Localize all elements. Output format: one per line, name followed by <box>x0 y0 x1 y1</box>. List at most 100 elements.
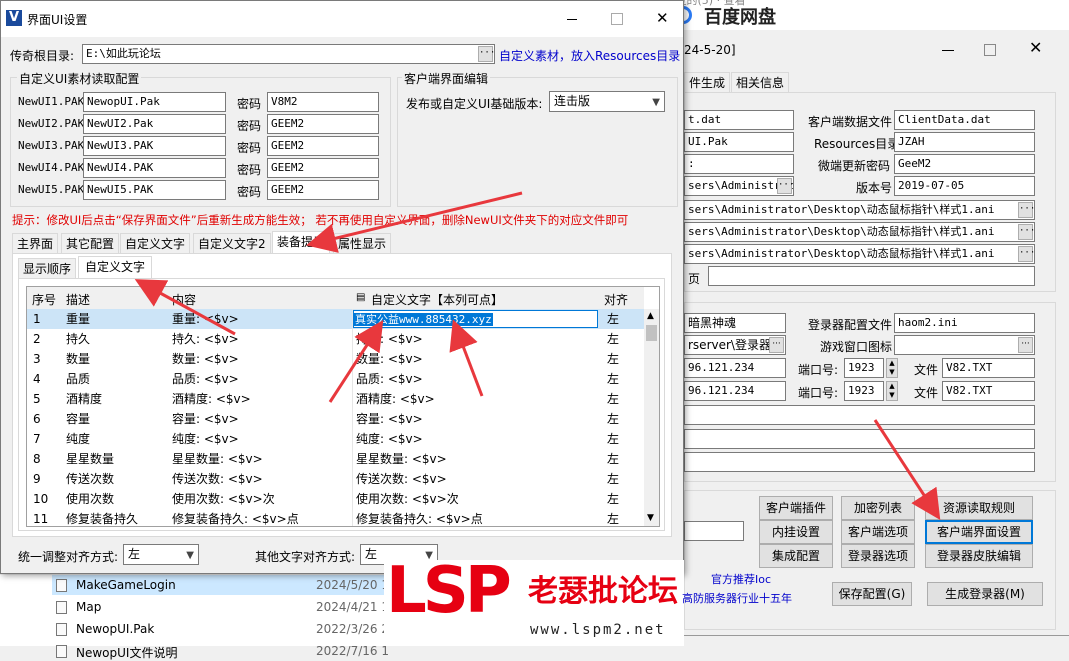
pak-pwd-field[interactable]: GEEM2 <box>267 158 379 178</box>
table-row[interactable]: 1 重量 重量: <$v> 真实公益www.885432.xyz 左 <box>27 309 644 330</box>
back-field-4[interactable]: sers\Administrat ··· <box>684 176 794 196</box>
grid-cell-custom[interactable]: 酒精度: <$v> <box>356 389 596 409</box>
hang-setting-button[interactable]: 内挂设置 <box>759 520 833 544</box>
table-row[interactable]: 2 持久 持久: <$v> 持久: <$v> 左 <box>27 329 644 350</box>
pak-pwd-field[interactable]: GEEM2 <box>267 136 379 156</box>
custom-material-link[interactable]: 自定义素材，放入Resources目录 <box>499 47 680 64</box>
table-row[interactable]: 4 品质 品质: <$v> 品质: <$v> 左 <box>27 369 644 390</box>
file-field-2[interactable]: V82.TXT <box>942 381 1035 401</box>
pak-file-field[interactable]: NewUI4.PAK <box>83 158 226 178</box>
grid-cell-custom[interactable]: 星星数量: <$v> <box>356 449 596 469</box>
base-version-select[interactable]: 连击版 ▼ <box>549 91 665 112</box>
list-item[interactable]: NewopUI.Pak 2022/3/26 2 <box>56 621 389 639</box>
client-ui-settings-button[interactable]: 客户端界面设置 <box>925 520 1033 544</box>
subtab-custom-text[interactable]: 自定义文字 <box>78 256 153 278</box>
pak-pwd-field[interactable]: V8M2 <box>267 92 379 112</box>
client-plugin-button[interactable]: 客户端插件 <box>759 496 833 520</box>
encrypt-list-button[interactable]: 加密列表 <box>841 496 915 520</box>
custom-text-editor[interactable]: 真实公益www.885432.xyz <box>353 310 598 328</box>
align-all-select[interactable]: 左 ▼ <box>123 544 199 565</box>
blank-field-1[interactable] <box>684 405 1035 425</box>
grid-cell-custom[interactable]: 修复装备持久: <$v>点 <box>356 509 596 526</box>
port-field-2[interactable]: 1923 <box>844 381 884 401</box>
scroll-down-icon[interactable]: ▼ <box>647 513 654 523</box>
table-row[interactable]: 3 数量 数量: <$v> 数量: <$v> 左 <box>27 349 644 370</box>
port-spinner-1[interactable]: ▲ ▼ <box>886 358 898 378</box>
back-tab-info[interactable]: 相关信息 <box>731 72 790 92</box>
grid-cell-custom[interactable]: 传送次数: <$v> <box>356 469 596 489</box>
cursor-path-1[interactable]: sers\Administrator\Desktop\动态鼠标指针\样式1.an… <box>684 200 1035 220</box>
pak-file-field[interactable]: NewUI5.PAK <box>83 180 226 200</box>
grid-cell-custom[interactable]: 品质: <$v> <box>356 369 596 389</box>
table-row[interactable]: 8 星星数量 星星数量: <$v> 星星数量: <$v> 左 <box>27 449 644 470</box>
browse-dots-icon[interactable]: ··· <box>478 46 494 62</box>
tab-custom-text[interactable]: 自定义文字 <box>120 233 191 253</box>
table-row[interactable]: 5 酒精度 酒精度: <$v> 酒精度: <$v> 左 <box>27 389 644 410</box>
tab-other-config[interactable]: 其它配置 <box>61 233 120 253</box>
grid-cell-align[interactable]: 左 <box>607 369 637 389</box>
micro-pwd-field[interactable]: GeeM2 <box>894 154 1035 174</box>
grid-cell-align[interactable]: 左 <box>607 449 637 469</box>
grid-cell-custom[interactable]: 持久: <$v> <box>356 329 596 349</box>
port-spinner-2[interactable]: ▲ ▼ <box>886 381 898 401</box>
grid-cell-custom[interactable]: 数量: <$v> <box>356 349 596 369</box>
pak-pwd-field[interactable]: GEEM2 <box>267 180 379 200</box>
generate-login-button[interactable]: 生成登录器(M) <box>927 582 1043 606</box>
maximize-icon[interactable] <box>984 44 996 56</box>
blank-field-2[interactable] <box>684 429 1035 449</box>
table-row[interactable]: 10 使用次数 使用次数: <$v>次 使用次数: <$v>次左 <box>27 489 644 510</box>
integrate-config-button[interactable]: 集成配置 <box>759 544 833 568</box>
tab-custom-text-2[interactable]: 自定义文字2 <box>193 233 271 253</box>
cursor-path-3[interactable]: sers\Administrator\Desktop\动态鼠标指针\样式1.an… <box>684 244 1035 264</box>
login-option-button[interactable]: 登录器选项 <box>841 544 915 568</box>
login-skin-button[interactable]: 登录器皮肤编辑 <box>925 544 1033 568</box>
minimize-icon[interactable] <box>567 19 577 20</box>
browse-dots-icon[interactable]: ··· <box>1018 224 1034 240</box>
resource-rule-button[interactable]: 资源读取规则 <box>925 496 1033 520</box>
scroll-up-icon[interactable]: ▲ <box>647 311 654 321</box>
root-dir-field[interactable]: E:\如此玩论坛 ··· <box>82 44 495 64</box>
pak-file-field[interactable]: NewUI2.Pak <box>83 114 226 134</box>
list-item[interactable]: Map 2024/4/21 1 <box>56 599 389 617</box>
browse-dots-icon[interactable]: ··· <box>1018 337 1033 353</box>
file-field-1[interactable]: V82.TXT <box>942 358 1035 378</box>
grid-cell-align[interactable]: 左 <box>607 469 637 489</box>
bottom-left-field[interactable] <box>684 521 744 541</box>
official-recommend[interactable]: 官方推荐Ioc <box>711 571 771 587</box>
tab-attribute[interactable]: 属性显示 <box>333 233 392 253</box>
client-data-field[interactable]: ClientData.dat <box>894 110 1035 130</box>
subtab-display-order[interactable]: 显示顺序 <box>18 258 77 278</box>
resources-field[interactable]: JZAH <box>894 132 1035 152</box>
pak-pwd-field[interactable]: GEEM2 <box>267 114 379 134</box>
grid-cell-align[interactable]: 左 <box>607 309 637 329</box>
maximize-icon[interactable] <box>611 13 623 25</box>
tab-equipment-tip[interactable]: 装备提示 <box>272 231 331 253</box>
back-tab-generate[interactable]: 件生成 <box>684 72 731 92</box>
grid-cell-custom[interactable]: 使用次数: <$v>次 <box>356 489 596 509</box>
game-icon-field[interactable]: ··· <box>894 335 1035 355</box>
browse-dots-icon[interactable]: ··· <box>777 178 793 194</box>
tab-main-ui[interactable]: 主界面 <box>12 233 59 253</box>
ip-field-1[interactable]: 96.121.234 <box>684 358 786 378</box>
version-field[interactable]: 2019-07-05 <box>894 176 1035 196</box>
grid-cell-custom[interactable]: 容量: <$v> <box>356 409 596 429</box>
cursor-path-2[interactable]: sers\Administrator\Desktop\动态鼠标指针\样式1.an… <box>684 222 1035 242</box>
back-field-3[interactable]: : <box>684 154 794 174</box>
list-item[interactable]: MakeGameLogin 2024/5/20 1 <box>56 577 389 595</box>
grid-cell-align[interactable]: 左 <box>607 429 637 449</box>
pak-file-field[interactable]: NewopUI.Pak <box>83 92 226 112</box>
table-row[interactable]: 7 纯度 纯度: <$v> 纯度: <$v> 左 <box>27 429 644 450</box>
pak-file-field[interactable]: NewUI3.PAK <box>83 136 226 156</box>
grid-scrollbar[interactable]: ▲ ▼ <box>644 309 659 526</box>
grid-cell-align[interactable]: 左 <box>607 509 637 526</box>
login-cfg-field[interactable]: haom2.ini <box>894 313 1035 333</box>
browse-dots-icon[interactable]: ··· <box>1018 246 1034 262</box>
client-option-button[interactable]: 客户端选项 <box>841 520 915 544</box>
dialog-title-bar[interactable]: V 界面UI设置 ✕ <box>1 1 683 37</box>
browse-dots-icon[interactable]: ··· <box>1018 202 1034 218</box>
back-field-1[interactable]: t.dat <box>684 110 794 130</box>
scroll-thumb[interactable] <box>646 325 657 341</box>
grid-cell-align[interactable]: 左 <box>607 329 637 349</box>
close-icon[interactable]: ✕ <box>656 9 669 27</box>
grid-cell-align[interactable]: 左 <box>607 489 637 509</box>
